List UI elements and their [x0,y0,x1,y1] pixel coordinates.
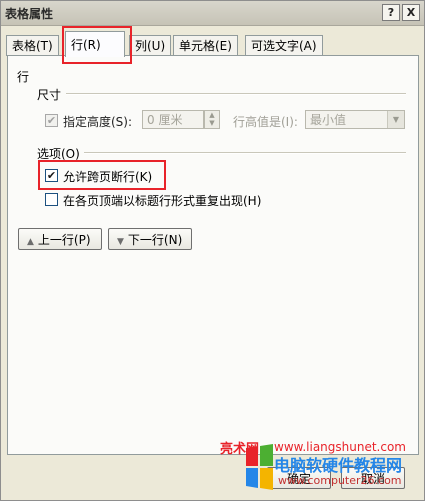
chevron-down-icon[interactable]: ▼ [387,111,404,128]
close-button[interactable]: X [402,4,420,21]
repeat-header-checkbox[interactable] [45,193,58,206]
previous-row-button[interactable]: ▲ 上一行(P) [18,228,102,250]
size-divider [66,93,406,95]
section-row-heading: 行 [17,70,30,84]
row-height-is-label: 行高值是(I): [233,115,298,129]
spin-up-icon[interactable]: ▲ [205,111,219,119]
tab-row[interactable]: 行(R) [65,31,125,57]
row-height-rule-select[interactable]: 最小值 ▼ [305,110,405,129]
triangle-down-icon: ▼ [117,237,124,247]
allow-row-break-label: 允许跨页断行(K) [63,170,153,184]
specify-height-label: 指定高度(S): [63,115,133,129]
options-divider [84,152,406,154]
tab-column[interactable]: 列(U) [129,35,172,56]
title-bar: 表格属性 ? X [1,1,424,26]
tab-alt-text[interactable]: 可选文字(A) [245,35,323,56]
watermark-site-name: 电脑软硬件教程网 [274,456,403,475]
triangle-up-icon: ▲ [27,237,34,247]
allow-row-break-checkbox[interactable]: ✔ [45,169,58,182]
options-heading: 选项(O) [37,147,80,161]
section-size-heading: 尺寸 [37,88,62,102]
tab-cell[interactable]: 单元格(E) [173,35,238,56]
previous-row-label: 上一行(P) [37,233,91,247]
next-row-label: 下一行(N) [127,233,183,247]
dialog-title: 表格属性 [5,7,54,21]
help-button[interactable]: ? [382,4,400,21]
specify-height-checkbox[interactable]: ✔ [45,114,58,127]
next-row-button[interactable]: ▼ 下一行(N) [108,228,192,250]
spin-down-icon[interactable]: ▼ [205,119,219,127]
height-spinner[interactable]: ▲ ▼ [204,110,220,129]
watermark-url-2: www.computer26.com [278,474,402,487]
table-properties-dialog: 表格属性 ? X 表格(T) 行(R) 列(U) 单元格(E) 可选文字(A) … [0,0,425,501]
row-tab-panel: 行 尺寸 ✔ 指定高度(S): 0 厘米 ▲ ▼ 行高值是(I): 最小值 ▼ … [7,55,419,455]
row-height-rule-value: 最小值 [310,113,347,127]
tab-table[interactable]: 表格(T) [6,35,59,56]
height-input[interactable]: 0 厘米 [142,110,204,129]
watermark-site-cn: 亮术网 [220,442,260,457]
repeat-header-label: 在各页顶端以标题行形式重复出现(H) [63,194,262,208]
